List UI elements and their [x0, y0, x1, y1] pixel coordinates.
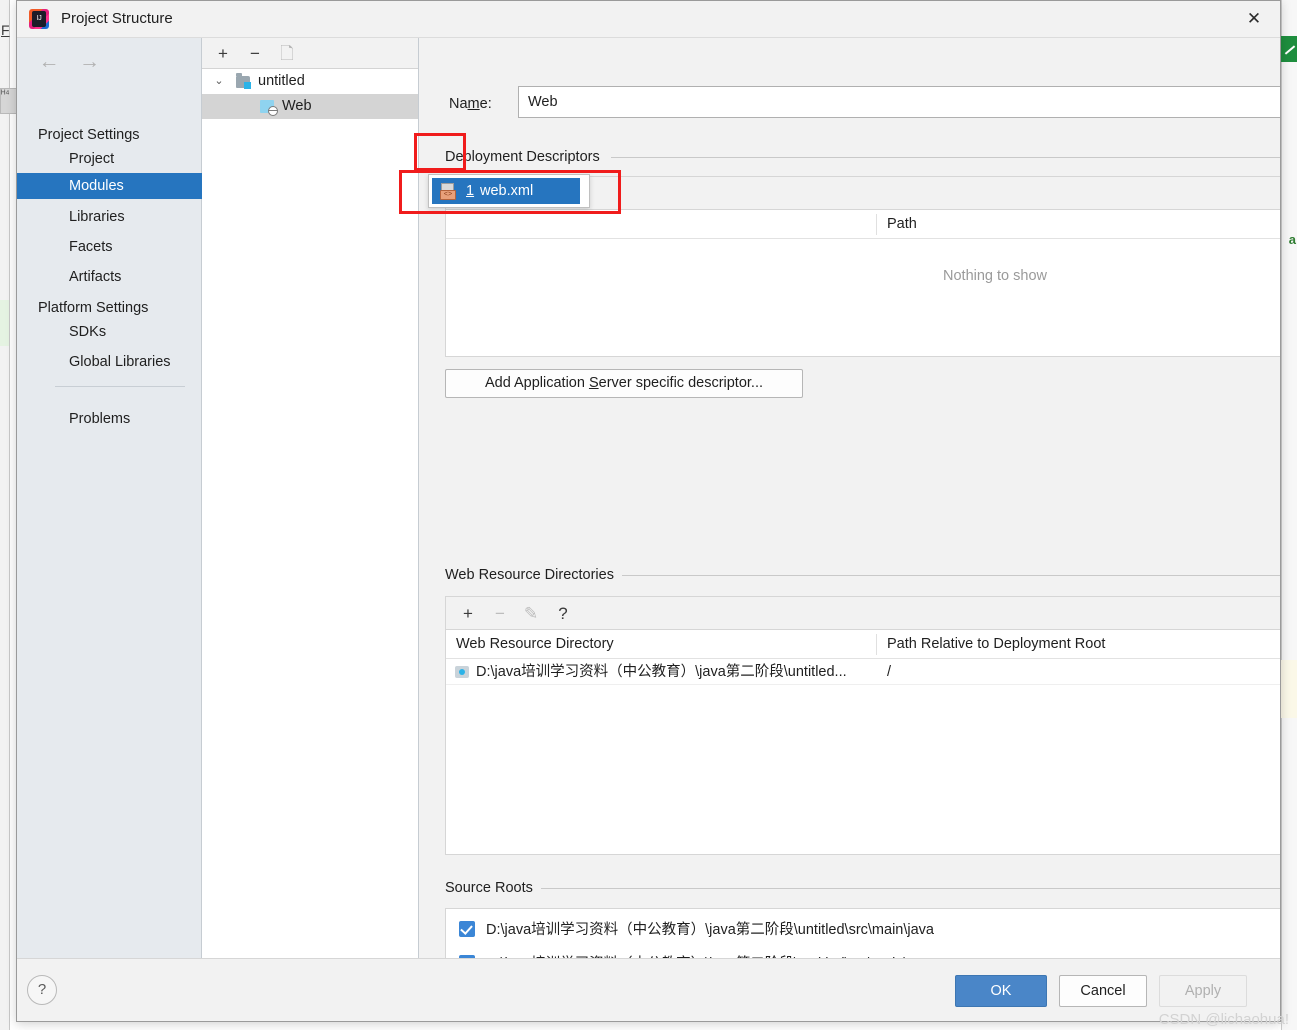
deployment-descriptors-rule [611, 157, 1280, 158]
tree-node-untitled[interactable]: ⌄ untitled [202, 69, 418, 94]
backdrop-green-flag-icon [1281, 36, 1297, 62]
sidebar-group-project-settings: Project Settings [17, 122, 202, 148]
sidebar-item-global-libraries[interactable]: Global Libraries [17, 349, 202, 375]
list-item[interactable]: D:\java培训学习资料（中公教育）\java第二阶段\untitled\sr… [446, 913, 1280, 947]
tree-node-label: Web [282, 94, 312, 119]
apply-button: Apply [1159, 975, 1247, 1007]
arrow-left-icon[interactable]: ← [31, 50, 67, 74]
tree-node-label: untitled [258, 69, 305, 94]
project-structure-dialog: IJ Project Structure ✕ ← → Project Setti… [16, 0, 1281, 1022]
column-divider[interactable] [876, 634, 877, 655]
backdrop-green-text: a [1289, 232, 1296, 247]
add-app-server-descriptor-button[interactable]: Add Application Server specific descript… [445, 369, 803, 398]
tree-node-web[interactable]: Web [202, 94, 418, 119]
column-header-web-resource-directory[interactable]: Web Resource Directory [456, 631, 614, 657]
intellij-idea-icon: IJ [29, 9, 49, 29]
source-root-path: D:\java培训学习资料（中公教育）\java第二阶段\untitled\sr… [486, 913, 934, 947]
sidebar-item-facets[interactable]: Facets [17, 234, 202, 260]
web-resource-directory-value: D:\java培训学习资料（中公教育）\java第二阶段\untitled... [476, 659, 847, 685]
pencil-icon[interactable]: ✎ [517, 601, 545, 626]
settings-sidebar: ← → Project Settings Project Modules Lib… [17, 38, 202, 958]
csdn-watermark: CSDN @lichaohua! [1159, 1011, 1289, 1028]
descriptor-popup-menu: <> 1 web.xml [428, 174, 590, 208]
source-roots-list: D:\java培训学习资料（中公教育）\java第二阶段\untitled\sr… [445, 908, 1280, 958]
question-mark-icon[interactable]: ? [27, 975, 57, 1005]
source-roots-title: Source Roots [445, 880, 541, 896]
ok-button[interactable]: OK [955, 975, 1047, 1007]
sidebar-item-libraries[interactable]: Libraries [17, 204, 202, 230]
sidebar-item-modules[interactable]: Modules [17, 173, 202, 199]
module-tree-panel: + − 🗋 ⌄ untitled Web [202, 38, 419, 958]
close-icon[interactable]: ✕ [1228, 1, 1280, 37]
question-mark-icon[interactable]: ? [549, 601, 577, 626]
dialog-titlebar: IJ Project Structure ✕ [17, 1, 1280, 38]
checkbox-checked-icon[interactable] [459, 921, 475, 937]
dialog-title: Project Structure [61, 10, 173, 27]
backdrop-green-band [0, 300, 9, 346]
deployment-descriptors-header: Path [446, 210, 1280, 239]
remove-web-resource-button[interactable]: − [486, 601, 514, 626]
cancel-button[interactable]: Cancel [1059, 975, 1147, 1007]
relative-path-value: / [887, 659, 891, 685]
sidebar-item-sdks[interactable]: SDKs [17, 319, 202, 345]
empty-state-text: Nothing to show [446, 268, 1280, 284]
dialog-body: ← → Project Settings Project Modules Lib… [17, 38, 1280, 958]
web-facet-icon [260, 100, 274, 113]
add-module-button[interactable]: + [210, 41, 236, 66]
dialog-footer: ? OK Cancel Apply [17, 958, 1280, 1021]
navigation-arrows: ← → [31, 50, 107, 74]
xml-file-icon: <> [440, 183, 456, 200]
deployment-descriptors-title: Deployment Descriptors [445, 149, 608, 165]
remove-module-button[interactable]: − [242, 41, 268, 66]
name-field-label: Name: [449, 96, 492, 112]
column-header-name[interactable] [446, 210, 876, 239]
module-tree-toolbar: + − 🗋 [202, 38, 418, 69]
source-roots-rule [541, 888, 1280, 889]
copy-icon[interactable]: 🗋 [274, 41, 300, 66]
sidebar-group-platform-settings: Platform Settings [17, 295, 202, 321]
table-row[interactable]: D:\java培训学习资料（中公教育）\java第二阶段\untitled...… [446, 659, 1280, 685]
sidebar-divider [55, 386, 185, 387]
list-item[interactable]: D:\java培训学习资料（中公教育）\java第二阶段\untitled\sr… [446, 947, 1280, 958]
arrow-right-icon[interactable]: → [71, 50, 107, 74]
web-resource-table: Web Resource Directory Path Relative to … [445, 629, 1280, 855]
web-resource-directories-rule [619, 575, 1280, 576]
source-root-path: D:\java培训学习资料（中公教育）\java第二阶段\untitled\sr… [486, 947, 971, 958]
folder-module-icon [236, 76, 250, 88]
sidebar-item-problems[interactable]: Problems [17, 406, 202, 432]
name-input[interactable] [518, 86, 1280, 118]
backdrop-cream-band [1281, 660, 1297, 718]
directory-icon [455, 666, 469, 678]
menu-item-mnemonic: 1 [466, 178, 474, 204]
web-resource-table-header: Web Resource Directory Path Relative to … [446, 630, 1280, 659]
column-header-path[interactable]: Path [877, 210, 1280, 239]
column-header-path-relative[interactable]: Path Relative to Deployment Root [887, 631, 1105, 657]
web-resource-directories-title: Web Resource Directories [445, 567, 622, 583]
backdrop-right-strip [1281, 0, 1297, 1030]
menu-item-web-xml[interactable]: <> 1 web.xml [432, 178, 580, 204]
chevron-down-icon[interactable]: ⌄ [212, 69, 226, 94]
backdrop-menu-letter: F [1, 22, 10, 38]
deployment-descriptors-table: Path Nothing to show [445, 209, 1280, 357]
menu-item-label: web.xml [480, 178, 533, 204]
add-web-resource-button[interactable]: + [454, 601, 482, 626]
backdrop-left-strip [0, 0, 10, 1030]
sidebar-item-artifacts[interactable]: Artifacts [17, 264, 202, 290]
web-resource-toolbar: + − ✎ ? [445, 596, 1280, 629]
sidebar-item-project[interactable]: Project [17, 146, 202, 172]
